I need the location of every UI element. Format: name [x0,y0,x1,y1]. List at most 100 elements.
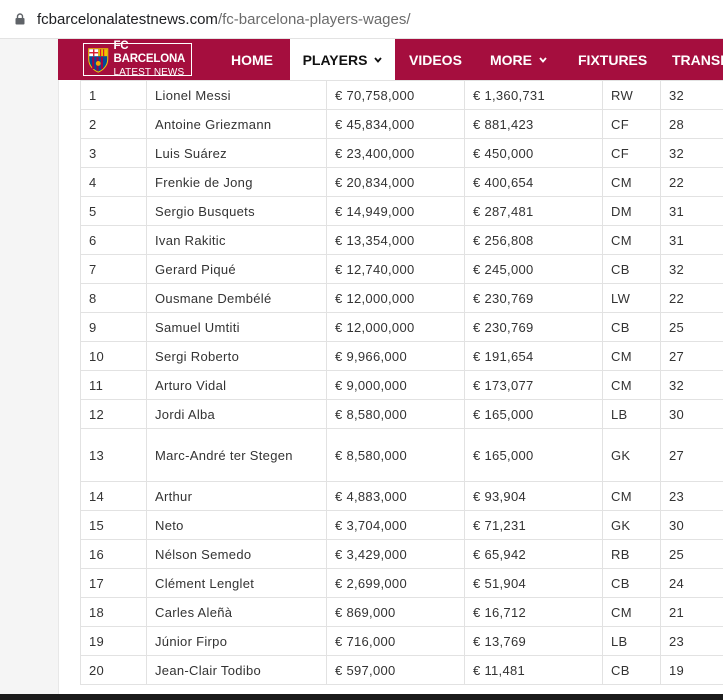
weekly-wage-cell: € 165,000 [464,399,603,429]
weekly-wage-cell: € 256,808 [464,225,603,255]
position-cell: GK [602,428,661,482]
annual-wage-cell: € 9,000,000 [326,370,465,400]
position-cell: LB [602,626,661,656]
table-row: 5 Sergio Busquets € 14,949,000 € 287,481 DM 3… [80,196,723,226]
age-cell: 25 [660,539,723,569]
position-cell: CB [602,312,661,342]
position-cell: CB [602,655,661,685]
site-logo[interactable]: FC BARCELONA LATEST NEWS [83,40,192,78]
table-row: 18 Carles Aleñà € 869,000 € 16,712 CM 21 [80,597,723,627]
nav-home[interactable]: HOME [231,39,273,80]
rank-cell: 14 [80,481,147,511]
rank-cell: 2 [80,109,147,139]
table-row: 20 Jean-Clair Todibo € 597,000 € 11,481 CB 19 [80,655,723,685]
player-name-cell: Ivan Rakitic [146,225,327,255]
player-name-cell: Antoine Griezmann [146,109,327,139]
rank-cell: 11 [80,370,147,400]
age-cell: 32 [660,370,723,400]
table-row: 9 Samuel Umtiti € 12,000,000 € 230,769 CB 25 [80,312,723,342]
rank-cell: 15 [80,510,147,540]
nav-fixtures[interactable]: FIXTURES [578,39,647,80]
age-cell: 23 [660,626,723,656]
age-cell: 19 [660,655,723,685]
annual-wage-cell: € 12,000,000 [326,283,465,313]
rank-cell: 13 [80,428,147,482]
weekly-wage-cell: € 13,769 [464,626,603,656]
player-name-cell: Arturo Vidal [146,370,327,400]
rank-cell: 19 [80,626,147,656]
table-row: 11 Arturo Vidal € 9,000,000 € 173,077 CM 32 [80,370,723,400]
table-row: 3 Luis Suárez € 23,400,000 € 450,000 CF 32 [80,138,723,168]
rank-cell: 18 [80,597,147,627]
nav-transfers[interactable]: TRANSFERS [672,39,723,80]
club-crest-icon [88,47,109,73]
rank-cell: 20 [80,655,147,685]
rank-cell: 12 [80,399,147,429]
player-name-cell: Sergi Roberto [146,341,327,371]
annual-wage-cell: € 14,949,000 [326,196,465,226]
weekly-wage-cell: € 881,423 [464,109,603,139]
player-name-cell: Carles Aleñà [146,597,327,627]
table-row: 2 Antoine Griezmann € 45,834,000 € 881,423 C… [80,109,723,139]
nav-players[interactable]: PLAYERS [290,39,395,80]
table-row: 16 Nélson Semedo € 3,429,000 € 65,942 RB 25 [80,539,723,569]
logo-subtitle: LATEST NEWS [113,67,185,78]
age-cell: 32 [660,80,723,110]
page-content: FC BARCELONA LATEST NEWS HOME PLAYERS VI… [0,39,723,700]
table-row: 4 Frenkie de Jong € 20,834,000 € 400,654 CM 2… [80,167,723,197]
annual-wage-cell: € 3,429,000 [326,539,465,569]
age-cell: 23 [660,481,723,511]
table-row: 15 Neto € 3,704,000 € 71,231 GK 30 [80,510,723,540]
table-row: 1 Lionel Messi € 70,758,000 € 1,360,731 RW 32 [80,80,723,110]
annual-wage-cell: € 45,834,000 [326,109,465,139]
rank-cell: 10 [80,341,147,371]
position-cell: LW [602,283,661,313]
annual-wage-cell: € 12,000,000 [326,312,465,342]
weekly-wage-cell: € 173,077 [464,370,603,400]
age-cell: 32 [660,254,723,284]
age-cell: 25 [660,312,723,342]
table-row: 13 Marc-André ter Stegen € 8,580,000 € 165,… [80,428,723,482]
player-name-cell: Gerard Piqué [146,254,327,284]
nav-videos[interactable]: VIDEOS [409,39,462,80]
position-cell: CM [602,481,661,511]
age-cell: 30 [660,399,723,429]
annual-wage-cell: € 13,354,000 [326,225,465,255]
nav-more-label: MORE [490,52,532,68]
weekly-wage-cell: € 450,000 [464,138,603,168]
url-text[interactable]: fcbarcelonalatestnews.com/fc-barcelona-p… [37,11,411,28]
age-cell: 24 [660,568,723,598]
rank-cell: 1 [80,80,147,110]
position-cell: CF [602,109,661,139]
annual-wage-cell: € 597,000 [326,655,465,685]
wages-table-container: 1 Lionel Messi € 70,758,000 € 1,360,731 RW 32… [80,80,723,700]
position-cell: CB [602,254,661,284]
weekly-wage-cell: € 165,000 [464,428,603,482]
position-cell: CB [602,568,661,598]
age-cell: 32 [660,138,723,168]
position-cell: CM [602,225,661,255]
player-name-cell: Jordi Alba [146,399,327,429]
age-cell: 22 [660,167,723,197]
annual-wage-cell: € 12,740,000 [326,254,465,284]
weekly-wage-cell: € 16,712 [464,597,603,627]
table-row: 7 Gerard Piqué € 12,740,000 € 245,000 CB 32 [80,254,723,284]
annual-wage-cell: € 716,000 [326,626,465,656]
annual-wage-cell: € 8,580,000 [326,428,465,482]
lock-icon[interactable] [15,13,25,25]
weekly-wage-cell: € 51,904 [464,568,603,598]
player-name-cell: Nélson Semedo [146,539,327,569]
nav-more[interactable]: MORE [490,39,547,80]
rank-cell: 8 [80,283,147,313]
player-name-cell: Frenkie de Jong [146,167,327,197]
address-bar[interactable]: fcbarcelonalatestnews.com/fc-barcelona-p… [0,0,723,39]
bottom-bar [0,694,723,700]
age-cell: 27 [660,428,723,482]
age-cell: 21 [660,597,723,627]
player-name-cell: Marc-André ter Stegen [146,428,327,482]
age-cell: 28 [660,109,723,139]
chevron-down-icon [539,57,547,63]
annual-wage-cell: € 9,966,000 [326,341,465,371]
rank-cell: 3 [80,138,147,168]
weekly-wage-cell: € 400,654 [464,167,603,197]
